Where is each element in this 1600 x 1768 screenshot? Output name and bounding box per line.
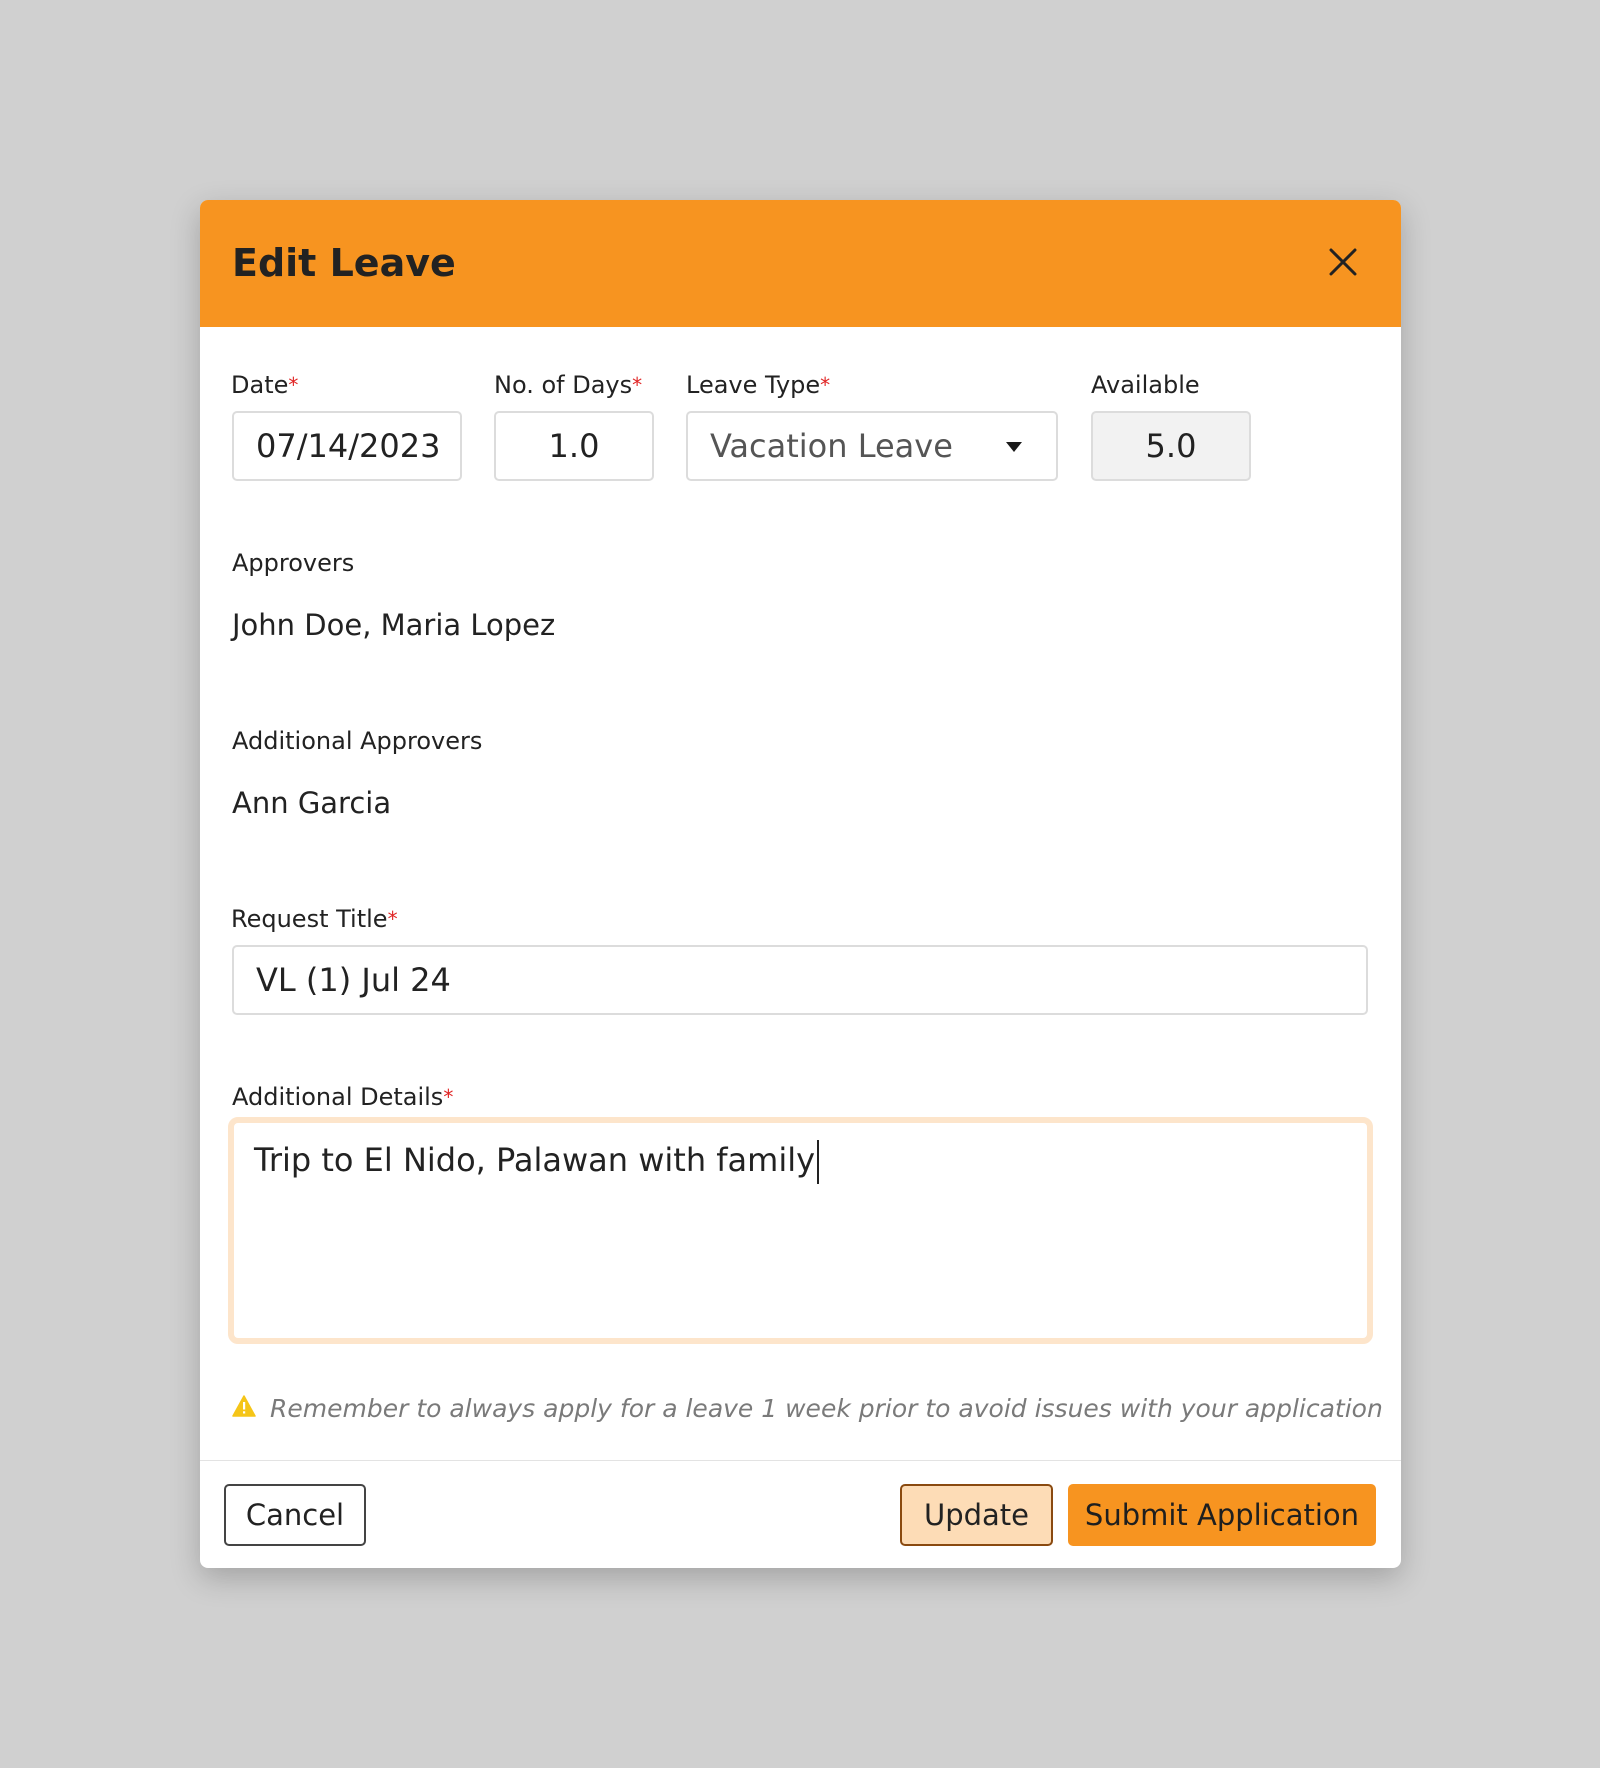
additional-details-textarea[interactable]: Trip to El Nido, Palawan with family: [228, 1117, 1373, 1344]
additional-approvers-value: Ann Garcia: [232, 786, 392, 820]
days-input[interactable]: 1.0: [494, 411, 654, 481]
additional-approvers-label: Additional Approvers: [232, 727, 483, 755]
date-label-text: Date: [231, 371, 289, 399]
required-mark: *: [632, 373, 643, 397]
caret-down-icon: [1006, 442, 1022, 452]
warning-icon: [232, 1395, 256, 1421]
available-value: 5.0: [1091, 411, 1251, 481]
update-button[interactable]: Update: [900, 1484, 1053, 1546]
required-mark: *: [443, 1085, 454, 1109]
required-mark: *: [820, 373, 831, 397]
required-mark: *: [288, 373, 299, 397]
notice-text: Remember to always apply for a leave 1 w…: [270, 1393, 1383, 1423]
leave-type-select[interactable]: Vacation Leave: [686, 411, 1058, 481]
available-label: Available: [1091, 371, 1200, 399]
close-icon[interactable]: [1325, 244, 1361, 280]
days-label-text: No. of Days: [494, 371, 633, 399]
days-label: No. of Days*: [494, 370, 642, 400]
additional-details-label-text: Additional Details: [232, 1083, 444, 1111]
cancel-button[interactable]: Cancel: [224, 1484, 366, 1546]
additional-details-value: Trip to El Nido, Palawan with family: [254, 1141, 816, 1179]
approvers-value: John Doe, Maria Lopez: [232, 608, 556, 642]
text-cursor: [817, 1140, 820, 1184]
dialog-header: Edit Leave: [200, 200, 1401, 327]
notice: Remember to always apply for a leave 1 w…: [232, 1390, 1383, 1426]
additional-details-label: Additional Details*: [232, 1082, 453, 1112]
approvers-label: Approvers: [232, 549, 355, 577]
required-mark: *: [387, 907, 398, 931]
leave-type-label-text: Leave Type: [686, 371, 821, 399]
date-label: Date*: [231, 370, 298, 400]
leave-type-label: Leave Type*: [686, 370, 830, 400]
edit-leave-dialog: Edit Leave Date* No. of Days* Leave Type…: [200, 200, 1401, 1568]
request-title-label: Request Title*: [231, 904, 398, 934]
request-title-label-text: Request Title: [231, 905, 388, 933]
request-title-input[interactable]: VL (1) Jul 24: [232, 945, 1368, 1015]
date-input[interactable]: 07/14/2023: [232, 411, 462, 481]
leave-type-value: Vacation Leave: [710, 427, 953, 465]
submit-application-button[interactable]: Submit Application: [1068, 1484, 1376, 1546]
footer-divider: [200, 1460, 1401, 1461]
dialog-title: Edit Leave: [232, 241, 456, 285]
